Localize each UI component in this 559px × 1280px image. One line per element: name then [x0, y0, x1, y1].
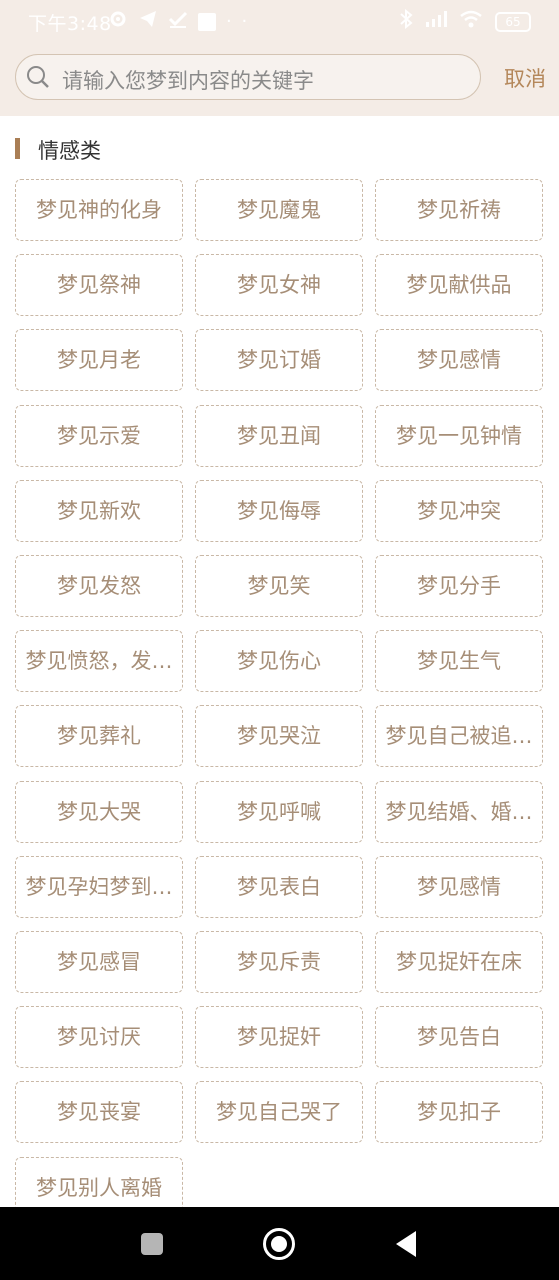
tag-button[interactable]: 梦见魔鬼: [195, 179, 363, 241]
status-system-icons: 65: [399, 8, 531, 34]
tag-button[interactable]: 梦见哭泣: [195, 705, 363, 767]
telegram-icon: [138, 9, 158, 34]
search-placeholder: 请输入您梦到内容的关键字: [62, 69, 314, 93]
signal-icon: [425, 10, 447, 33]
tag-button[interactable]: 梦见丧宴: [15, 1081, 183, 1143]
tag-button[interactable]: 梦见一见钟情: [375, 405, 543, 467]
tag-button[interactable]: 梦见祭神: [15, 254, 183, 316]
status-notification-icons: · ·: [108, 9, 249, 34]
tag-button[interactable]: 梦见冲突: [375, 480, 543, 542]
tag-button[interactable]: 梦见捉奸: [195, 1006, 363, 1068]
tag-button[interactable]: 梦见侮辱: [195, 480, 363, 542]
section-title: 情感类: [38, 139, 101, 163]
tag-button[interactable]: 梦见孕妇梦到…: [15, 856, 183, 918]
bluetooth-icon: [399, 8, 413, 34]
checkmark-icon: [168, 9, 188, 34]
tag-button[interactable]: 梦见扣子: [375, 1081, 543, 1143]
tag-button[interactable]: 梦见神的化身: [15, 179, 183, 241]
back-triangle-icon[interactable]: [396, 1231, 416, 1257]
tag-button[interactable]: 梦见呼喊: [195, 781, 363, 843]
tag-button[interactable]: 梦见讨厌: [15, 1006, 183, 1068]
tag-button[interactable]: 梦见女神: [195, 254, 363, 316]
square-icon[interactable]: [141, 1233, 163, 1255]
tag-button[interactable]: 梦见月老: [15, 329, 183, 391]
tag-button[interactable]: 梦见献供品: [375, 254, 543, 316]
tag-button[interactable]: 梦见结婚、婚…: [375, 781, 543, 843]
tag-button[interactable]: 梦见笑: [195, 555, 363, 617]
search-input[interactable]: 请输入您梦到内容的关键字: [15, 54, 481, 100]
tag-button[interactable]: 梦见葬礼: [15, 705, 183, 767]
navigation-bar: [0, 1207, 559, 1280]
status-time: 下午3:48: [28, 13, 112, 35]
home-circle-icon[interactable]: [263, 1228, 295, 1260]
more-dots-icon: · ·: [226, 11, 250, 32]
gear-icon: [108, 9, 128, 34]
battery-icon: 65: [495, 11, 531, 32]
tag-button[interactable]: 梦见自己哭了: [195, 1081, 363, 1143]
search-icon: [26, 65, 50, 89]
section-marker: [15, 138, 20, 159]
tag-button[interactable]: 梦见丑闻: [195, 405, 363, 467]
tag-button[interactable]: 梦见表白: [195, 856, 363, 918]
tag-button[interactable]: 梦见感情: [375, 856, 543, 918]
tag-button[interactable]: 梦见伤心: [195, 630, 363, 692]
tag-button[interactable]: 梦见大哭: [15, 781, 183, 843]
tag-button[interactable]: 梦见分手: [375, 555, 543, 617]
tag-button[interactable]: 梦见捉奸在床: [375, 931, 543, 993]
tag-button[interactable]: 梦见斥责: [195, 931, 363, 993]
tag-button[interactable]: 梦见发怒: [15, 555, 183, 617]
tag-button[interactable]: 梦见告白: [375, 1006, 543, 1068]
cancel-button[interactable]: 取消: [504, 63, 546, 93]
tag-button[interactable]: 梦见感冒: [15, 931, 183, 993]
tag-button[interactable]: 梦见自己被追…: [375, 705, 543, 767]
tag-button[interactable]: 梦见示爱: [15, 405, 183, 467]
notification-square-icon: [198, 12, 216, 31]
wifi-icon: [459, 10, 483, 33]
status-bar: 下午3:48 · · 65: [0, 0, 559, 42]
tag-button[interactable]: 梦见新欢: [15, 480, 183, 542]
tag-button[interactable]: 梦见感情: [375, 329, 543, 391]
tag-button[interactable]: 梦见订婚: [195, 329, 363, 391]
tag-button[interactable]: 梦见生气: [375, 630, 543, 692]
tag-button[interactable]: 梦见愤怒，发…: [15, 630, 183, 692]
tag-button[interactable]: 梦见祈祷: [375, 179, 543, 241]
